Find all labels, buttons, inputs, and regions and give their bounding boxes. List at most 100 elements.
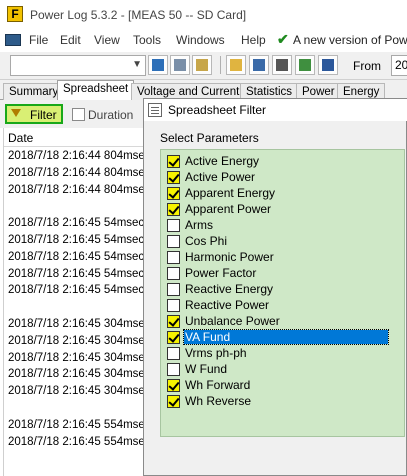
tab-summary[interactable]: Summary: [3, 83, 65, 100]
filter-button[interactable]: Filter: [5, 104, 63, 124]
app-logo-icon: F: [7, 6, 23, 22]
parameter-label[interactable]: Cos Phi: [184, 234, 228, 248]
export-button[interactable]: [192, 55, 212, 75]
duration-label: Duration: [88, 108, 134, 122]
spreadsheet-grid[interactable]: Date 2018/7/18 2:16:44 804msec 2018/7/18 …: [3, 128, 154, 476]
menu-windows[interactable]: Windows: [176, 33, 225, 47]
table-row[interactable]: 2018/7/18 2:16:45 54msec: [8, 284, 144, 296]
spreadsheet-filter-dialog: Spreadsheet Filter Select Parameters Act…: [143, 98, 407, 476]
parameter-label[interactable]: Reactive Energy: [184, 282, 274, 296]
parameter-checkbox[interactable]: [167, 283, 180, 296]
parameter-checkbox[interactable]: [167, 363, 180, 376]
duration-checkbox[interactable]: [72, 108, 85, 121]
parameter-checkbox[interactable]: [167, 347, 180, 360]
table-row[interactable]: 2018/7/18 2:16:45 54msec: [8, 234, 144, 246]
dialog-title-bar[interactable]: Spreadsheet Filter: [144, 99, 407, 121]
menu-file[interactable]: File: [29, 33, 48, 47]
table-row[interactable]: 2018/7/18 2:16:44 804msec: [8, 167, 151, 179]
parameter-label[interactable]: Power Factor: [184, 266, 257, 280]
word-button[interactable]: [318, 55, 338, 75]
parameter-label[interactable]: Active Energy: [184, 154, 260, 168]
parameter-item[interactable]: Power Factor: [167, 265, 401, 281]
parameter-item[interactable]: Wh Reverse: [167, 393, 401, 409]
parameter-label[interactable]: Reactive Power: [184, 298, 270, 312]
parameter-label[interactable]: Apparent Energy: [184, 186, 276, 200]
parameter-item[interactable]: Apparent Power: [167, 201, 401, 217]
parameter-checkbox[interactable]: [167, 187, 180, 200]
parameter-checkbox[interactable]: [167, 203, 180, 216]
view-tabs: Summary Spreadsheet Voltage and Current …: [0, 80, 407, 101]
dialog-list-icon: [148, 103, 162, 117]
tab-spreadsheet[interactable]: Spreadsheet: [57, 80, 135, 101]
export-icon: [196, 59, 208, 71]
table-row[interactable]: 2018/7/18 2:16:45 554msec: [8, 419, 151, 431]
parameter-label[interactable]: Active Power: [184, 170, 256, 184]
parameter-checkbox[interactable]: [167, 299, 180, 312]
menu-help[interactable]: Help: [241, 33, 266, 47]
parameter-label[interactable]: Apparent Power: [184, 202, 272, 216]
parameter-item[interactable]: W Fund: [167, 361, 401, 377]
parameter-checkbox[interactable]: [167, 379, 180, 392]
from-date-input[interactable]: 20: [391, 55, 407, 76]
print-button[interactable]: [272, 55, 292, 75]
parameter-label[interactable]: Arms: [184, 218, 214, 232]
menu-bar: File Edit View Tools Windows Help ✔ A ne…: [0, 30, 407, 52]
parameter-label[interactable]: Harmonic Power: [184, 250, 275, 264]
table-row[interactable]: 2018/7/18 2:16:45 304msec: [8, 385, 151, 397]
parameter-item[interactable]: Unbalance Power: [167, 313, 401, 329]
device-combo[interactable]: ▼: [10, 55, 146, 76]
table-row[interactable]: 2018/7/18 2:16:45 554msec: [8, 436, 151, 448]
parameter-checkbox[interactable]: [167, 171, 180, 184]
column-header-date[interactable]: Date: [4, 128, 154, 147]
disk-icon: [174, 59, 186, 71]
menu-tools[interactable]: Tools: [133, 33, 161, 47]
parameter-item[interactable]: Apparent Energy: [167, 185, 401, 201]
parameter-checkbox[interactable]: [167, 155, 180, 168]
table-row[interactable]: 2018/7/18 2:16:44 804msec: [8, 184, 151, 196]
table-row[interactable]: 2018/7/18 2:16:44 804msec: [8, 150, 151, 162]
parameter-label[interactable]: Unbalance Power: [184, 314, 281, 328]
parameter-checkbox[interactable]: [167, 315, 180, 328]
parameter-checkbox[interactable]: [167, 395, 180, 408]
window-title: Power Log 5.3.2 - [MEAS 50 -- SD Card]: [30, 8, 247, 22]
parameter-checkbox[interactable]: [167, 267, 180, 280]
open-button[interactable]: [226, 55, 246, 75]
title-bar: F Power Log 5.3.2 - [MEAS 50 -- SD Card]: [0, 0, 407, 30]
table-row[interactable]: 2018/7/18 2:16:45 304msec: [8, 368, 151, 380]
report-button[interactable]: [295, 55, 315, 75]
parameter-item[interactable]: Cos Phi: [167, 233, 401, 249]
parameter-item[interactable]: VA Fund: [167, 329, 401, 345]
table-row[interactable]: 2018/7/18 2:16:45 304msec: [8, 352, 151, 364]
download-button[interactable]: [148, 55, 168, 75]
menu-edit[interactable]: Edit: [60, 33, 81, 47]
parameter-label[interactable]: Wh Forward: [184, 378, 251, 392]
parameter-item[interactable]: Vrms ph-ph: [167, 345, 401, 361]
parameter-label[interactable]: Wh Reverse: [184, 394, 252, 408]
menu-view[interactable]: View: [94, 33, 120, 47]
save-data-button[interactable]: [170, 55, 190, 75]
parameter-item[interactable]: Reactive Power: [167, 297, 401, 313]
table-row[interactable]: 2018/7/18 2:16:45 54msec: [8, 251, 144, 263]
table-row[interactable]: 2018/7/18 2:16:45 304msec: [8, 318, 151, 330]
parameter-checkbox[interactable]: [167, 235, 180, 248]
parameter-item[interactable]: Arms: [167, 217, 401, 233]
parameter-item[interactable]: Wh Forward: [167, 377, 401, 393]
update-notice[interactable]: A new version of Pow: [293, 33, 407, 47]
mdi-window-icon[interactable]: [5, 34, 21, 46]
parameter-label[interactable]: W Fund: [184, 362, 228, 376]
table-row[interactable]: 2018/7/18 2:16:45 54msec: [8, 268, 144, 280]
folder-icon: [230, 59, 242, 71]
parameter-item[interactable]: Harmonic Power: [167, 249, 401, 265]
parameter-item[interactable]: Active Energy: [167, 153, 401, 169]
table-row[interactable]: 2018/7/18 2:16:45 54msec: [8, 217, 144, 229]
parameter-checkbox[interactable]: [167, 251, 180, 264]
save-button[interactable]: [249, 55, 269, 75]
table-row[interactable]: 2018/7/18 2:16:45 304msec: [8, 335, 151, 347]
parameter-label[interactable]: Vrms ph-ph: [184, 346, 248, 360]
parameter-item[interactable]: Reactive Energy: [167, 281, 401, 297]
parameter-item[interactable]: Active Power: [167, 169, 401, 185]
parameter-checkbox[interactable]: [167, 219, 180, 232]
parameter-label[interactable]: VA Fund: [183, 329, 389, 345]
parameter-checkbox[interactable]: [167, 331, 180, 344]
toolbar: ▼ From 20: [0, 52, 407, 80]
